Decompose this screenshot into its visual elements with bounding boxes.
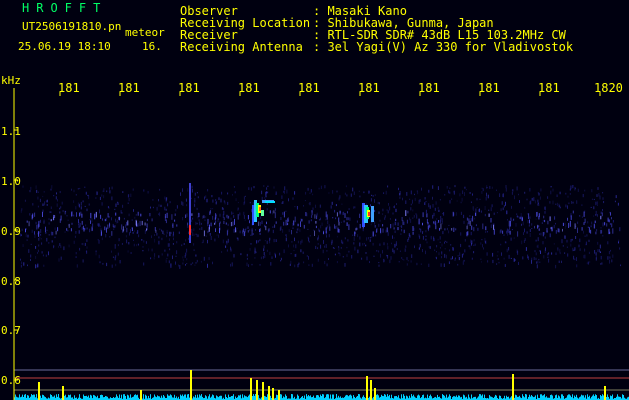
y-tick-label: 1.0 (1, 175, 21, 188)
x-tick-label: 181 (238, 81, 260, 95)
y-tick-label: 0.6 (1, 374, 21, 387)
antenna-label: Receiving Antenna (180, 40, 303, 54)
meteor-echoes (252, 200, 374, 227)
y-tick-label: 0.7 (1, 324, 21, 337)
x-tick-label: 181 (358, 81, 380, 95)
y-axis-unit: kHz (1, 74, 21, 87)
x-tick-label: 181 (418, 81, 440, 95)
spectrogram-noise (20, 183, 621, 269)
program-title: HROFFT (22, 1, 108, 15)
x-tick-label: 181 (118, 81, 140, 95)
y-tick-label: 0.9 (1, 225, 21, 238)
x-tick-label: 181 (178, 81, 200, 95)
y-axis-ticks (13, 88, 601, 400)
file-name: UT2506191810.pn (22, 20, 122, 33)
y-tick-label: 1.1 (1, 125, 21, 138)
spectrogram-plot (13, 88, 629, 400)
x-tick-label: 181 (298, 81, 320, 95)
y-tick-label: 0.8 (1, 275, 21, 288)
x-tick-label: 181 (58, 81, 80, 95)
reference-lines (14, 369, 629, 391)
x-tick-label: 181 (538, 81, 560, 95)
power-spectrum-bars (14, 370, 629, 400)
detection-label: meteor (125, 26, 165, 39)
x-tick-label: 1820 (594, 81, 623, 95)
meteor-count: 16. (142, 40, 162, 53)
antenna-value: : 3el Yagi(V) Az 330 for Vladivostok (313, 40, 574, 54)
x-tick-label: 181 (478, 81, 500, 95)
date-time: 25.06.19 18:10 (18, 40, 111, 53)
